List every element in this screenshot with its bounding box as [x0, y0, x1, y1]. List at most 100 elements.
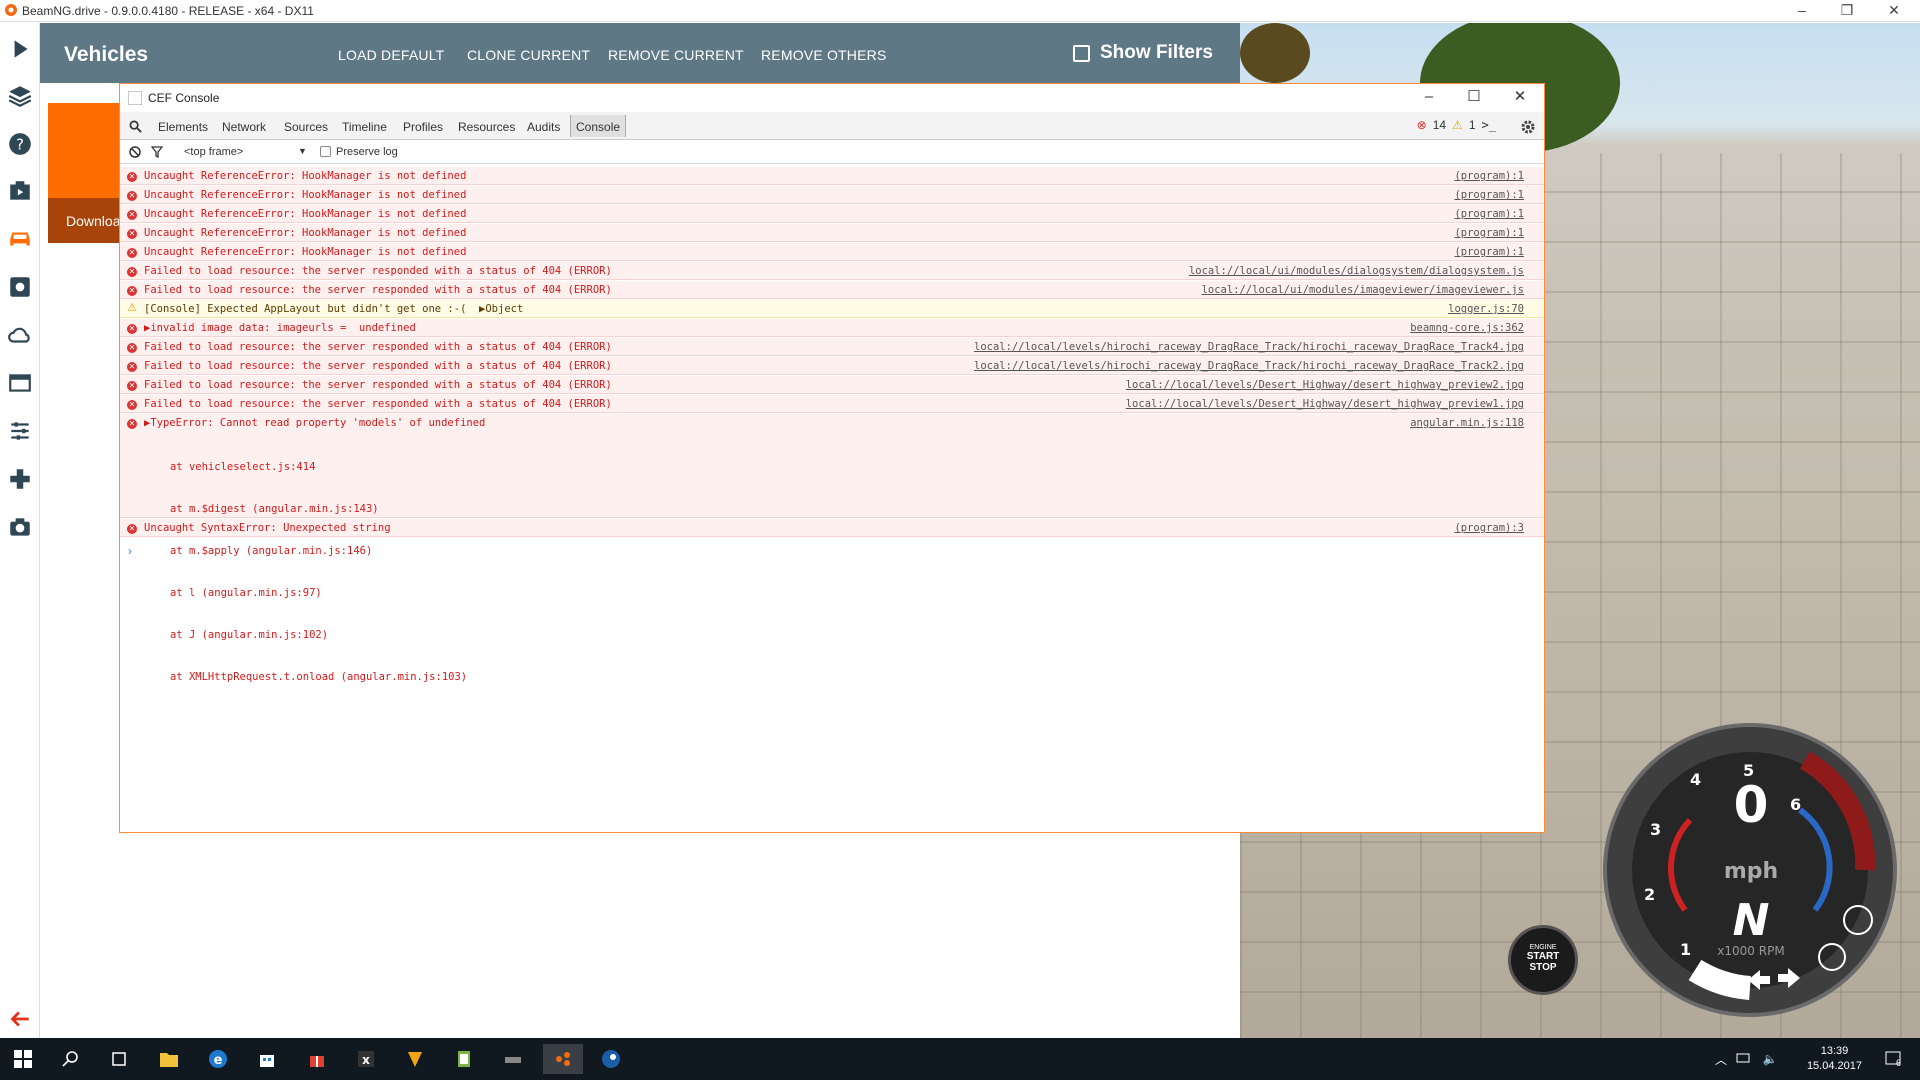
console-error-row[interactable]: ✕ Failed to load resource: the server res… [120, 394, 1544, 413]
file-explorer-icon[interactable] [154, 1044, 184, 1074]
layers-icon[interactable] [4, 80, 36, 112]
log-source-link[interactable]: local://local/ui/modules/dialogsystem/di… [1189, 265, 1524, 277]
system-clock[interactable]: 13:39 15.04.2017 [1807, 1044, 1862, 1074]
tab-network[interactable]: Network [222, 120, 266, 134]
console-error-row[interactable]: ✕ ▶invalid image data: imageurls = undefi… [120, 318, 1544, 337]
console-warning-row[interactable]: ⚠ [Console] Expected AppLayout but didn't… [120, 299, 1544, 318]
engine-start-stop-button[interactable]: ENGINE START STOP [1508, 925, 1578, 995]
excel-icon[interactable]: x [351, 1044, 381, 1074]
edge-browser-icon[interactable]: e [203, 1044, 233, 1074]
network-icon[interactable] [1728, 1044, 1758, 1074]
log-source-link[interactable]: local://local/levels/hirochi_raceway_Dra… [974, 360, 1524, 372]
environment-icon[interactable] [4, 367, 36, 399]
stack-frame[interactable]: at XMLHttpRequest.t.onload (angular.min.… [170, 670, 467, 684]
tab-audits[interactable]: Audits [527, 120, 560, 134]
console-error-row[interactable]: ✕ Uncaught SyntaxError: Unexpected string… [120, 518, 1544, 537]
log-source-link[interactable]: (program):1 [1454, 227, 1524, 239]
drawer-toggle-icon[interactable]: >_ [1482, 118, 1496, 132]
console-error-row[interactable]: ✕ Uncaught ReferenceError: HookManager is… [120, 223, 1544, 242]
log-source-link[interactable]: (program):1 [1454, 208, 1524, 220]
log-source-link[interactable]: local://local/ui/modules/imageviewer/ima… [1202, 284, 1524, 296]
window-minimize-button[interactable]: – [1780, 0, 1824, 22]
scenario-icon[interactable] [4, 175, 36, 207]
console-error-row[interactable]: ✕ Failed to load resource: the server res… [120, 356, 1544, 375]
cloud-icon[interactable] [4, 319, 36, 351]
log-source-link[interactable]: local://local/levels/Desert_Highway/dese… [1126, 398, 1524, 410]
search-icon[interactable] [129, 120, 142, 133]
car-icon[interactable] [4, 223, 36, 255]
play-icon[interactable] [4, 33, 36, 65]
console-error-row[interactable]: ✕ Uncaught ReferenceError: HookManager is… [120, 166, 1544, 185]
notifications-icon[interactable]: 6 [1878, 1044, 1908, 1074]
preserve-log-checkbox[interactable] [320, 146, 331, 157]
stack-frame[interactable]: at J (angular.min.js:102) [170, 628, 467, 642]
stack-frame[interactable]: at m.$digest (angular.min.js:143) [170, 502, 467, 516]
tab-console[interactable]: Console [570, 115, 627, 137]
remove-others-button[interactable]: REMOVE OTHERS [761, 47, 887, 63]
tab-timeline[interactable]: Timeline [342, 120, 387, 134]
window-restore-button[interactable]: ❐ [1825, 0, 1869, 22]
cef-maximize-button[interactable]: ☐ [1452, 86, 1496, 110]
log-source-link[interactable]: beamng-core.js:362 [1410, 322, 1524, 334]
volume-icon[interactable]: 🔈 [1755, 1044, 1785, 1074]
clear-console-icon[interactable] [129, 146, 141, 158]
log-source-link[interactable]: logger.js:70 [1448, 303, 1524, 315]
notepad-icon[interactable] [449, 1044, 479, 1074]
log-source-link[interactable]: (program):1 [1454, 170, 1524, 182]
log-source-link[interactable]: angular.min.js:118 [1410, 417, 1524, 429]
console-error-row[interactable]: ✕ Uncaught ReferenceError: HookManager is… [120, 204, 1544, 223]
remove-current-button[interactable]: REMOVE CURRENT [608, 47, 744, 63]
stack-frame[interactable]: at m.$apply (angular.min.js:146) [170, 544, 467, 558]
cef-close-button[interactable]: ✕ [1498, 86, 1542, 110]
back-arrow-icon[interactable] [4, 1003, 36, 1035]
vivaldi-icon[interactable] [400, 1044, 430, 1074]
console-error-row[interactable]: ✕ ▶TypeError: Cannot read property 'mode… [120, 413, 1544, 683]
rpm-tick: 5 [1743, 761, 1754, 780]
filter-icon[interactable] [151, 146, 163, 158]
steam-icon[interactable] [596, 1044, 626, 1074]
tab-elements[interactable]: Elements [158, 120, 208, 134]
clone-current-button[interactable]: CLONE CURRENT [467, 47, 590, 63]
log-source-link[interactable]: (program):1 [1454, 189, 1524, 201]
controls-icon[interactable] [4, 463, 36, 495]
frame-selector[interactable]: <top frame> [184, 146, 243, 158]
window-close-button[interactable]: ✕ [1872, 0, 1916, 22]
search-icon[interactable] [56, 1044, 86, 1074]
error-icon: ✕ [127, 362, 137, 372]
settings-gear-icon[interactable] [1520, 119, 1536, 135]
cef-minimize-button[interactable]: – [1407, 86, 1451, 110]
stack-frame[interactable]: at vehicleselect.js:414 [170, 460, 467, 474]
log-source-link[interactable]: (program):1 [1454, 246, 1524, 258]
console-error-row[interactable]: ✕ Uncaught ReferenceError: HookManager is… [120, 242, 1544, 261]
log-source-link[interactable]: (program):3 [1454, 522, 1524, 534]
console-prompt[interactable]: › [128, 544, 132, 558]
camera-icon[interactable] [4, 511, 36, 543]
help-icon[interactable]: ? [4, 128, 36, 160]
console-error-row[interactable]: ✕ Failed to load resource: the server res… [120, 261, 1544, 280]
show-filters-checkbox[interactable] [1073, 44, 1090, 62]
gift-app-icon[interactable] [302, 1044, 332, 1074]
tab-sources[interactable]: Sources [284, 120, 328, 134]
tab-resources[interactable]: Resources [458, 120, 515, 134]
show-filters-toggle[interactable]: Show Filters [1073, 42, 1213, 64]
vehicle-config-icon[interactable] [4, 271, 36, 303]
message-counts[interactable]: ⊗ 14 ⚠ 1 >_ [1417, 118, 1496, 132]
log-source-link[interactable]: local://local/levels/hirochi_raceway_Dra… [974, 341, 1524, 353]
frame-dropdown-icon[interactable]: ▼ [298, 146, 307, 156]
windows-start-icon[interactable] [8, 1044, 38, 1074]
tab-profiles[interactable]: Profiles [403, 120, 443, 134]
load-default-button[interactable]: LOAD DEFAULT [338, 47, 444, 63]
console-error-row[interactable]: ✕ Failed to load resource: the server res… [120, 337, 1544, 356]
options-sliders-icon[interactable] [4, 415, 36, 447]
game-controller-icon[interactable] [498, 1044, 528, 1074]
devtools-tabbar: Elements Network Sources Timeline Profil… [120, 112, 1544, 140]
vehicle-tile[interactable]: Downloa [48, 103, 120, 243]
console-error-row[interactable]: ✕ Uncaught ReferenceError: HookManager is… [120, 185, 1544, 204]
task-view-icon[interactable] [104, 1044, 134, 1074]
log-source-link[interactable]: local://local/levels/Desert_Highway/dese… [1126, 379, 1524, 391]
console-error-row[interactable]: ✕ Failed to load resource: the server res… [120, 375, 1544, 394]
beamng-taskbar-icon[interactable] [543, 1044, 583, 1074]
stack-frame[interactable]: at l (angular.min.js:97) [170, 586, 467, 600]
store-icon[interactable] [252, 1044, 282, 1074]
console-error-row[interactable]: ✕ Failed to load resource: the server res… [120, 280, 1544, 299]
